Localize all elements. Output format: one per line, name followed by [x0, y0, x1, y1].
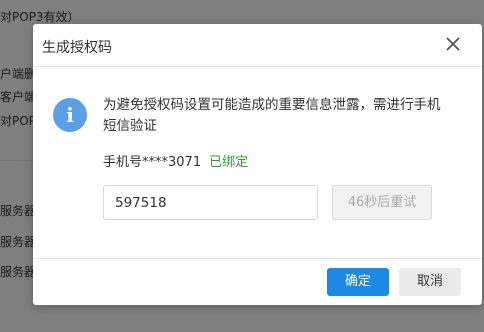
info-icon: i — [53, 98, 87, 132]
phone-number: 手机号****3071 — [103, 155, 202, 170]
phone-row: 手机号****3071 已绑定 — [103, 151, 248, 170]
warning-message: 为避免授权码设置可能造成的重要信息泄露，需进行手机短信验证 — [103, 97, 441, 134]
verification-code-input[interactable] — [103, 185, 318, 220]
close-icon[interactable] — [444, 35, 462, 53]
dialog-title: 生成授权码 — [42, 40, 112, 56]
dialog-footer: 确定 取消 — [33, 258, 482, 305]
dialog-header: 生成授权码 — [33, 24, 482, 67]
bound-status: 已绑定 — [209, 155, 249, 170]
resend-code-button[interactable]: 46秒后重试 — [332, 185, 432, 220]
confirm-button[interactable]: 确定 — [327, 268, 389, 296]
cancel-button[interactable]: 取消 — [399, 268, 461, 296]
generate-auth-code-dialog: 生成授权码 i 为避免授权码设置可能造成的重要信息泄露，需进行手机短信验证 手机… — [33, 24, 482, 305]
